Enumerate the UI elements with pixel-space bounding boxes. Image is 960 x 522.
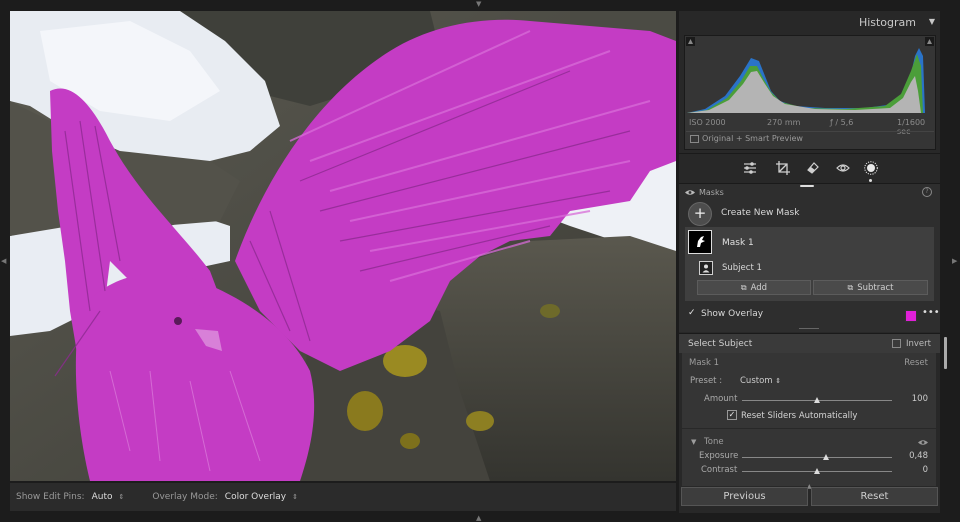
select-subject-header: Select Subject Invert	[679, 333, 940, 353]
person-glyph-icon	[702, 264, 710, 273]
contrast-label: Contrast	[701, 465, 738, 475]
preset-select[interactable]: Custom ⇕	[740, 376, 781, 386]
mask-settings-title: Mask 1	[689, 358, 720, 368]
show-overlay-checkbox[interactable]: ✓	[688, 308, 696, 318]
tone-section-title[interactable]: Tone	[704, 437, 724, 447]
overlay-color-swatch[interactable]	[905, 310, 917, 322]
photo-canvas[interactable]	[10, 11, 676, 481]
preset-label: Preset :	[690, 376, 723, 386]
add-label: Add	[750, 282, 768, 293]
tone-expand-icon[interactable]: ▼	[691, 438, 696, 446]
mask-list: Mask 1 Subject 1 ⧉ Add ⧉ Subtract	[685, 227, 934, 301]
mask-reset-button[interactable]: Reset	[904, 358, 928, 368]
add-mask-icon: ⧉	[740, 282, 747, 292]
histogram-title: Histogram	[858, 16, 916, 29]
edit-pins-label: Show Edit Pins:	[16, 492, 85, 502]
show-overlay-label[interactable]: Show Overlay	[701, 309, 763, 319]
help-icon[interactable]: ?	[922, 187, 932, 197]
invert-label[interactable]: Invert	[906, 339, 931, 349]
exposure-slider-thumb[interactable]	[822, 454, 829, 460]
preview-status: Original + Smart Preview	[690, 134, 803, 143]
preview-status-label: Original + Smart Preview	[702, 134, 803, 143]
mask-settings-panel: Mask 1 Reset Preset : Custom ⇕ Amount 10…	[682, 353, 936, 486]
panel-drag-handle[interactable]	[800, 185, 814, 187]
previous-label: Previous	[723, 491, 766, 502]
healing-eraser-icon[interactable]	[806, 161, 820, 175]
subtract-button[interactable]: ⧉ Subtract	[813, 280, 928, 295]
reset-sliders-checkbox[interactable]: ✓	[727, 410, 737, 420]
edit-pins-select[interactable]: Auto	[92, 492, 113, 502]
overlay-mode-select[interactable]: Color Overlay	[225, 492, 286, 502]
invert-checkbox[interactable]	[892, 339, 901, 348]
overlay-mode-label: Overlay Mode:	[152, 492, 218, 502]
contrast-value[interactable]: 0	[923, 465, 928, 475]
mask-name[interactable]: Mask 1	[722, 238, 754, 248]
subtract-mask-icon: ⧉	[847, 282, 854, 292]
previous-button[interactable]: Previous	[681, 487, 808, 506]
exposure-label: Exposure	[699, 451, 739, 461]
red-eye-icon[interactable]	[836, 161, 850, 175]
preview-icon	[690, 134, 699, 143]
focal-length-readout: 270 mm	[767, 118, 801, 127]
masking-icon[interactable]	[864, 161, 878, 175]
reset-sliders-label[interactable]: Reset Sliders Automatically	[741, 411, 857, 421]
bird-silhouette-icon	[697, 236, 705, 247]
subject-icon[interactable]	[699, 261, 713, 275]
edit-sliders-icon[interactable]	[743, 161, 757, 175]
masks-title: Masks	[699, 188, 724, 197]
amount-value[interactable]: 100	[912, 394, 928, 404]
section-divider	[682, 428, 936, 429]
masks-panel: Masks ? + Create New Mask Mask 1 Subject…	[679, 183, 940, 332]
create-new-mask-label[interactable]: Create New Mask	[721, 208, 799, 218]
histogram[interactable]: ISO 2000 270 mm ƒ / 5,6 1/1600 sec Origi…	[684, 35, 936, 150]
aperture-readout: ƒ / 5,6	[830, 118, 854, 127]
select-subject-label: Select Subject	[688, 339, 753, 349]
eye-icon[interactable]	[918, 439, 928, 446]
chevron-updown-icon: ⇕	[775, 377, 782, 385]
add-button[interactable]: ⧉ Add	[697, 280, 811, 295]
exposure-value[interactable]: 0,48	[909, 451, 928, 461]
panel-scrollbar[interactable]	[944, 337, 947, 369]
subtract-label: Subtract	[857, 282, 894, 293]
chevron-updown-icon[interactable]: ⇕	[119, 493, 125, 501]
section-grip[interactable]	[799, 328, 819, 329]
iso-readout: ISO 2000	[689, 118, 726, 127]
left-panel-toggle-icon[interactable]: ◀	[1, 257, 6, 265]
histogram-divider	[686, 131, 934, 132]
preset-value: Custom	[740, 376, 773, 386]
reset-button[interactable]: Reset	[811, 487, 938, 506]
shutter-readout: 1/1600 sec	[897, 118, 926, 136]
reset-label: Reset	[860, 491, 889, 502]
contrast-slider-thumb[interactable]	[813, 468, 820, 474]
exposure-slider-track[interactable]	[742, 457, 892, 458]
top-panel-toggle-icon[interactable]: ▼	[476, 0, 481, 8]
more-options-icon[interactable]: •••	[922, 307, 940, 318]
show-overlay-row: ✓ Show Overlay •••	[679, 307, 940, 323]
right-panel-toggle-icon[interactable]: ▶	[952, 257, 957, 265]
collapse-caret-icon[interactable]: ▼	[929, 17, 935, 26]
chevron-updown-icon[interactable]: ⇕	[292, 493, 298, 501]
amount-slider-thumb[interactable]	[813, 397, 820, 403]
photo-with-mask-overlay	[10, 11, 676, 481]
eye-icon[interactable]	[685, 189, 695, 196]
mask-component-name[interactable]: Subject 1	[722, 263, 762, 273]
tool-strip	[679, 153, 940, 184]
histogram-header[interactable]: Histogram ▼	[679, 11, 940, 33]
active-tool-indicator	[869, 179, 872, 182]
develop-right-panel: Histogram ▼ ISO 2000 270 mm ƒ / 5,6 1/16…	[679, 11, 940, 513]
create-new-mask-button[interactable]: +	[688, 202, 712, 226]
loupe-toolbar: Show Edit Pins: Auto ⇕ Overlay Mode: Col…	[10, 483, 676, 511]
crop-icon[interactable]	[776, 161, 790, 175]
bottom-panel-toggle-icon[interactable]: ▲	[476, 514, 481, 522]
amount-label: Amount	[704, 394, 738, 404]
mask-thumbnail[interactable]	[688, 230, 712, 254]
